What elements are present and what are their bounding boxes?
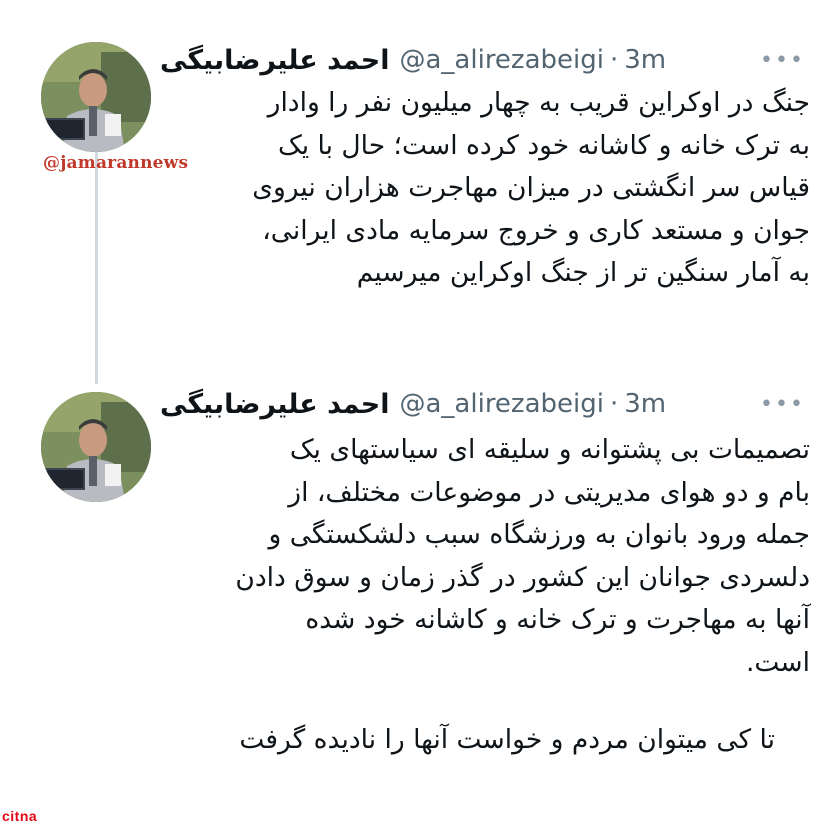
more-options-icon[interactable]: •••: [760, 50, 805, 72]
thread-connector: [95, 152, 98, 384]
author-avatar[interactable]: [41, 392, 151, 502]
author-handle[interactable]: @a_alirezabeigi: [400, 389, 604, 419]
tweet-line: تا کی میتوان مردم و خواست آنها را نادیده…: [239, 724, 775, 755]
tweet-header: احمد علیرضابیگی @a_alirezabeigi · 3m: [160, 384, 800, 424]
separator-dot: ·: [609, 389, 619, 419]
tweet-line: آنها به مهاجرت و ترک خانه و کاشانه خود ش…: [305, 604, 810, 635]
tweet-text: جنگ در اوکراین قریب به چهار میلیون نفر ر…: [252, 82, 810, 295]
more-options-icon[interactable]: •••: [760, 394, 805, 416]
tweet-line: جوان و مستعد کاری و خروج سرمایه مادی ایر…: [262, 214, 810, 246]
author-handle[interactable]: @a_alirezabeigi: [400, 45, 604, 75]
tweet-line: جنگ در اوکراین قریب به چهار میلیون نفر ر…: [267, 87, 810, 118]
tweet-line: است.: [745, 646, 810, 678]
site-logo: citna: [2, 808, 38, 824]
tweet-line: به ترک خانه و کاشانه خود کرده است؛ حال ب…: [278, 129, 810, 161]
avatar-photo-icon: [41, 42, 151, 152]
tweet-line: به آمار سنگین تر از جنگ اوکراین میرسیم: [356, 257, 810, 288]
avatar-photo-icon: [41, 392, 151, 502]
tweet-timestamp[interactable]: 3m: [624, 45, 666, 75]
author-name[interactable]: احمد علیرضابیگی: [160, 389, 390, 420]
tweet-line: بام و دو هوای مدیریتی در موضوعات مختلف، …: [288, 476, 810, 508]
tweet-text: تصمیمات بی پشتوانه و سلیقه ای سیاستهای ی…: [235, 429, 810, 684]
news-watermark: @jamarannews: [43, 153, 189, 173]
author-name[interactable]: احمد علیرضابیگی: [160, 45, 390, 76]
tweet-line: تصمیمات بی پشتوانه و سلیقه ای سیاستهای ی…: [289, 434, 810, 465]
tweet-line: دلسردی جوانان این کشور در گذر زمان و سوق…: [235, 561, 810, 593]
tweet-line: قیاس سر انگشتی در میزان مهاجرت هزاران نی…: [252, 172, 810, 203]
separator-dot: ·: [609, 45, 619, 75]
tweet-closing-line: تا کی میتوان مردم و خواست آنها را نادیده…: [239, 719, 775, 762]
tweet-timestamp[interactable]: 3m: [624, 389, 666, 419]
author-avatar[interactable]: [41, 42, 151, 152]
tweet-header: احمد علیرضابیگی @a_alirezabeigi · 3m: [160, 40, 800, 80]
tweet-line: جمله ورود بانوان به ورزشگاه سبب دلشکستگی…: [268, 519, 810, 550]
